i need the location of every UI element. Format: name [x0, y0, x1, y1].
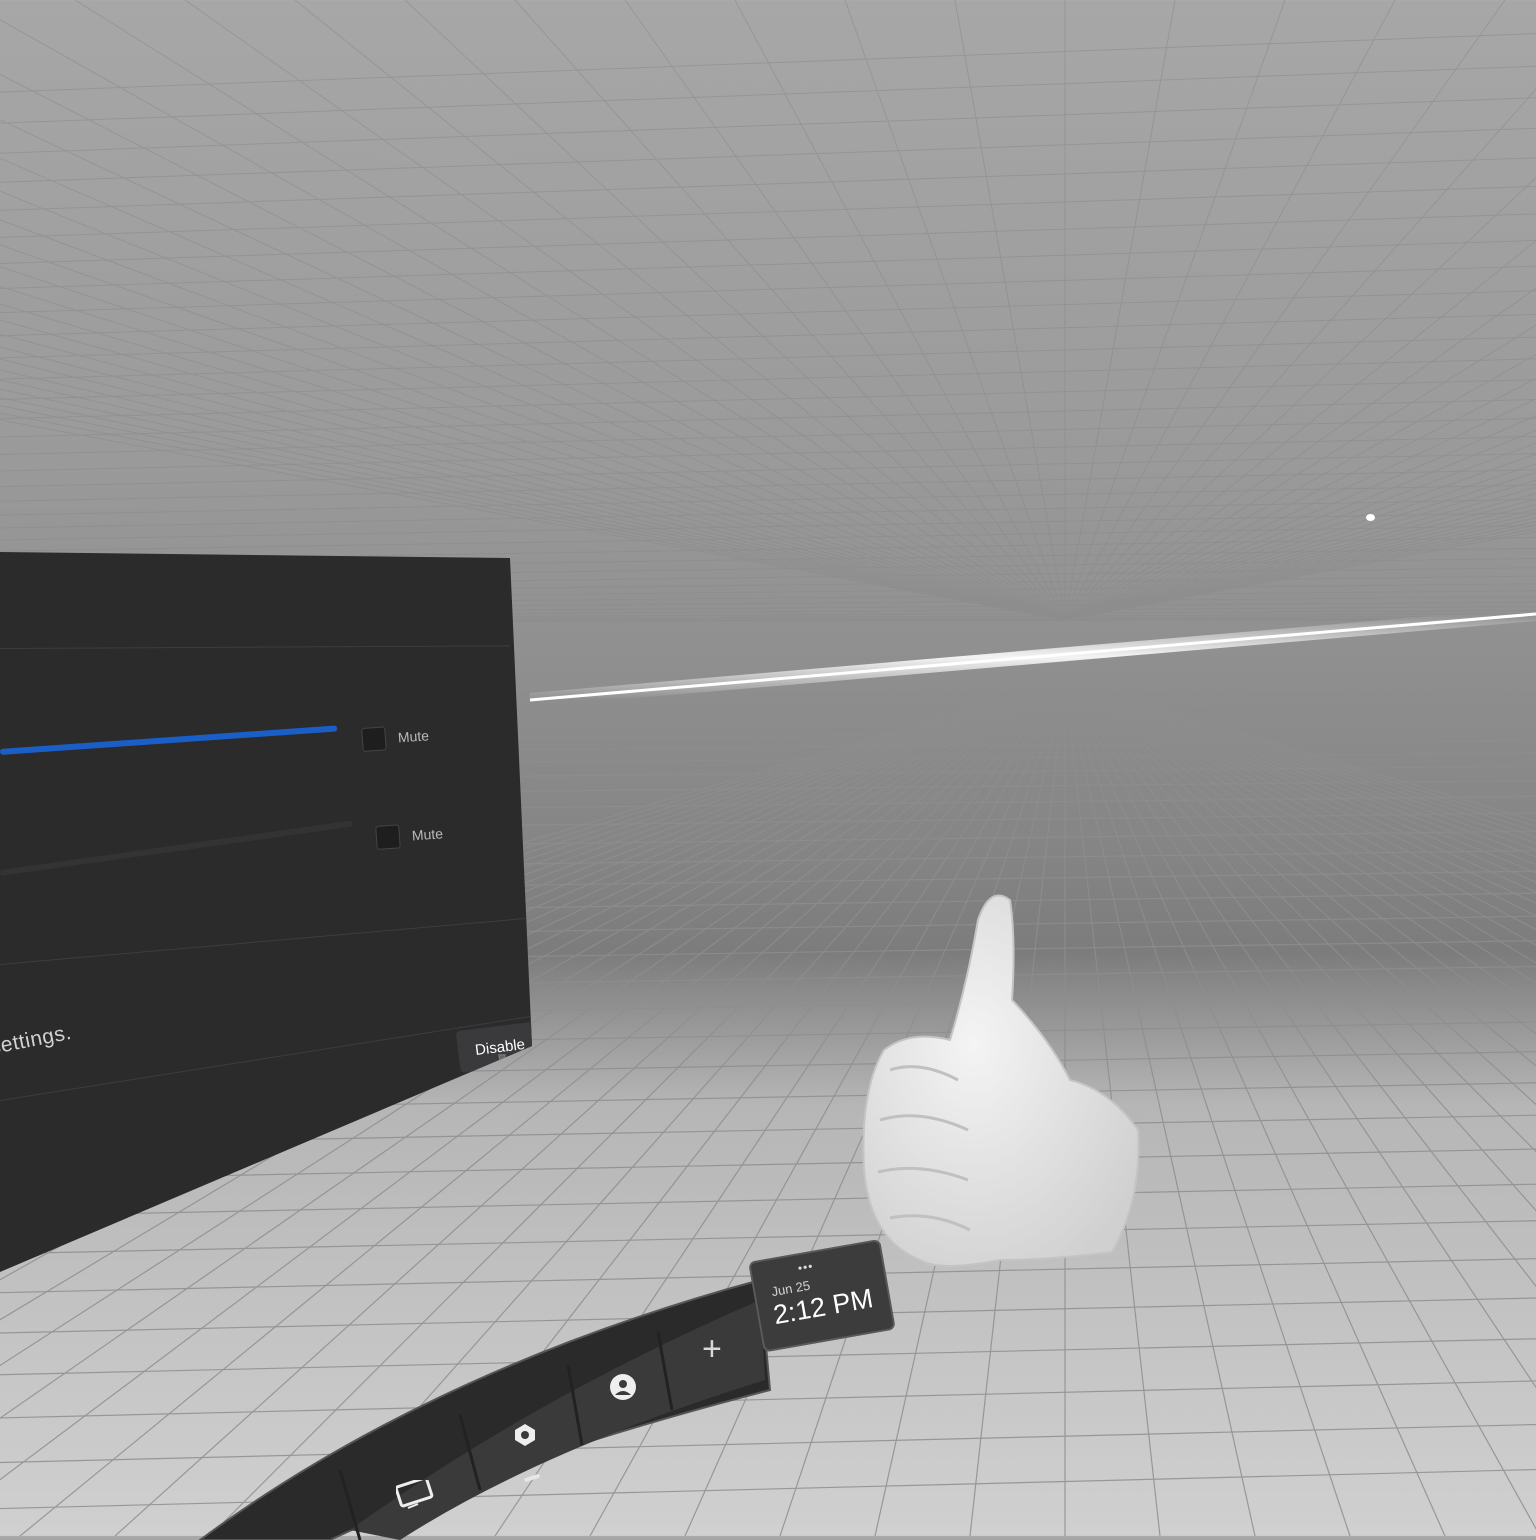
ceiling-grid-line — [0, 303, 1066, 621]
ceiling-grid-line — [0, 419, 1066, 621]
volume-slider[interactable] — [0, 725, 338, 755]
mute-toggle-2[interactable]: Mute — [375, 821, 444, 850]
ceiling-grid-line — [0, 73, 1066, 621]
ceiling-grid-line — [184, 0, 1066, 621]
mute-label-2: Mute — [411, 825, 444, 844]
ceiling-grid-line — [1064, 0, 1286, 621]
ceiling-grid-line — [0, 358, 1066, 621]
ceiling-grid-line — [0, 397, 1066, 621]
mute-checkbox-2[interactable] — [375, 824, 401, 850]
ceiling-grid-line — [0, 333, 1066, 621]
ceiling-grid-line — [0, 213, 1536, 264]
ceiling-grid-line — [0, 379, 1536, 420]
ceiling-grid-line — [0, 190, 1066, 621]
ceiling-grid-line — [0, 127, 1536, 183]
secondary-slider[interactable] — [0, 820, 353, 876]
ceiling-grid-line — [0, 453, 1536, 488]
ceiling-grid-line — [0, 290, 1536, 337]
ceiling-grid-line — [0, 285, 1066, 621]
ceiling-grid-line — [0, 435, 1536, 472]
thumbs-up-hand — [862, 894, 1140, 1267]
ceiling-grid-line — [1064, 0, 1176, 621]
ceiling-grid-line — [294, 0, 1066, 621]
ceiling-grid-line — [0, 346, 1066, 621]
ceiling-grid-line — [0, 65, 1536, 124]
settings-description: d settings. — [0, 1020, 74, 1063]
panel-divider-2 — [0, 917, 529, 965]
ceiling-grid-line — [624, 0, 1066, 621]
profile-icon[interactable] — [608, 1372, 638, 1407]
ceiling-grid-line — [0, 119, 1066, 621]
ceiling-grid-line — [0, 484, 1536, 516]
ceiling-grid-line — [0, 313, 1536, 359]
ceiling-grid-line — [0, 379, 1066, 621]
ceiling-grid-line — [0, 498, 1536, 529]
ceiling-grid-line — [0, 19, 1066, 621]
ceiling-grid-line — [0, 358, 1536, 400]
add-icon[interactable]: + — [702, 1330, 722, 1369]
pointer-cursor — [1366, 514, 1375, 521]
ceiling-grid-line — [0, 405, 1066, 621]
ceiling-grid-line — [0, 157, 1536, 211]
ceiling-grid-line — [0, 399, 1536, 438]
mute-toggle-1[interactable]: Mute — [361, 723, 430, 752]
ceiling-grid-line — [0, 33, 1536, 93]
ceiling-grid-line — [0, 185, 1536, 238]
ceiling-grid-line — [0, 388, 1066, 621]
ceiling-grid-line — [0, 244, 1066, 621]
more-options-icon[interactable]: ••• — [797, 1259, 815, 1275]
floor-grid-line — [0, 1183, 1536, 1217]
ceiling-grid-line — [0, 266, 1066, 621]
ceiling-grid-line — [0, 219, 1066, 621]
panel-divider — [0, 645, 510, 649]
apps-icon[interactable] — [512, 1422, 538, 1453]
ceiling-grid-line — [0, 369, 1066, 621]
ceiling-grid-line — [0, 157, 1066, 621]
ceiling-grid-line — [0, 319, 1066, 621]
ceiling-grid-line — [514, 0, 1066, 621]
mute-label-1: Mute — [397, 727, 430, 746]
mute-checkbox-1[interactable] — [361, 726, 387, 752]
ceiling-grid-line — [0, 97, 1536, 154]
ceiling-grid-line — [954, 0, 1066, 621]
ceiling-grid-line — [0, 265, 1536, 314]
display-icon[interactable] — [394, 1476, 434, 1515]
ceiling-grid-line — [0, 412, 1066, 621]
